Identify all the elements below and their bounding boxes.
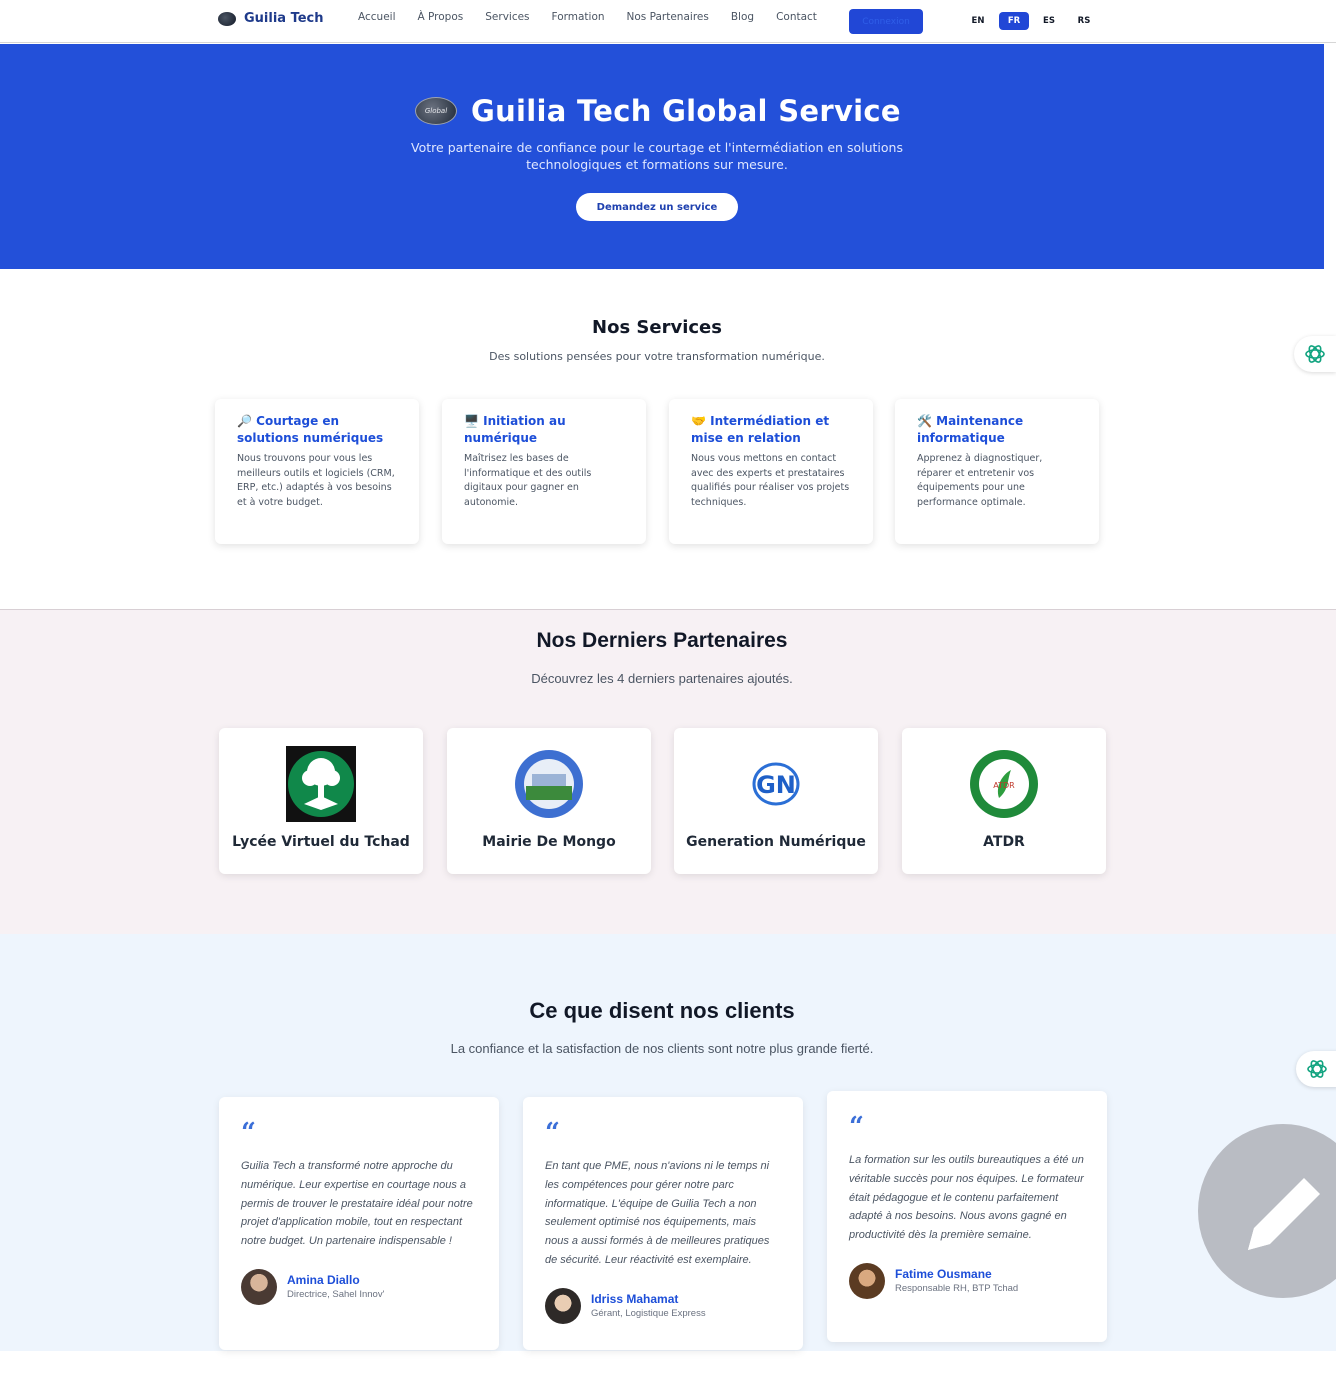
service-title: 🖥️ Initiation au numérique xyxy=(464,414,566,445)
service-desc: Nous trouvons pour vous les meilleurs ou… xyxy=(237,453,395,508)
services-title: Nos Services xyxy=(592,317,722,338)
openai-icon xyxy=(1305,345,1325,363)
nav-link-formation[interactable]: Formation xyxy=(552,10,605,24)
testimonials-section: Ce que disent nos clients La confiance e… xyxy=(0,934,1336,1351)
partner-name: ATDR xyxy=(983,834,1025,850)
quote-icon: “ xyxy=(849,1112,864,1142)
hero-title-row: Global Guilia Tech Global Service xyxy=(415,94,901,128)
hero-title: Guilia Tech Global Service xyxy=(471,94,901,128)
partner-name: Generation Numérique xyxy=(686,834,866,850)
service-title: 🛠️ Maintenance informatique xyxy=(917,414,1024,445)
nav-link-partenaires[interactable]: Nos Partenaires xyxy=(627,10,709,24)
author-role: Gérant, Logistique Express xyxy=(591,1308,706,1320)
testimonial-text: La formation sur les outils bureautiques… xyxy=(849,1154,1084,1242)
brand-name: Guilia Tech xyxy=(244,11,324,26)
brand-logo-icon xyxy=(218,11,236,26)
testimonials-title: Ce que disent nos clients xyxy=(529,998,795,1023)
partner-card[interactable]: Lycée Virtuel du Tchad xyxy=(219,728,423,874)
service-desc: Nous vous mettons en contact avec des ex… xyxy=(691,453,850,508)
services-subtitle: Des solutions pensées pour votre transfo… xyxy=(489,350,825,363)
gn-logo-icon: GN xyxy=(741,746,811,822)
atdr-seal-logo-icon: ATDR xyxy=(969,746,1039,822)
service-card[interactable]: 🔎 Courtage en solutions numériques Nous … xyxy=(215,399,419,544)
service-desc: Maîtrisez les bases de l'informatique et… xyxy=(464,453,592,508)
nav-link-blog[interactable]: Blog xyxy=(731,10,754,24)
lang-rs-button[interactable]: RS xyxy=(1074,12,1094,30)
partners-title: Nos Derniers Partenaires xyxy=(536,629,788,652)
round-seal-logo-icon xyxy=(514,746,584,822)
testimonials-subtitle: La confiance et la satisfaction de nos c… xyxy=(450,1041,874,1056)
svg-text:GN: GN xyxy=(756,771,796,799)
partner-card[interactable]: GN Generation Numérique xyxy=(674,728,878,874)
author-name: Idriss Mahamat xyxy=(591,1292,679,1307)
openai-icon xyxy=(1307,1060,1327,1078)
ai-assistant-button[interactable] xyxy=(1294,336,1336,372)
nav-link-services[interactable]: Services xyxy=(485,10,529,24)
testimonial-author: Fatime Ousmane Responsable RH, BTP Tchad xyxy=(849,1262,1085,1299)
service-desc: Apprenez à diagnostiquer, réparer et ent… xyxy=(917,453,1043,508)
service-card[interactable]: 🖥️ Initiation au numérique Maîtrisez les… xyxy=(442,399,646,544)
author-role: Directrice, Sahel Innov' xyxy=(287,1289,385,1301)
svg-text:ATDR: ATDR xyxy=(993,781,1015,790)
partner-card[interactable]: Mairie De Mongo xyxy=(447,728,651,874)
ai-assistant-button[interactable] xyxy=(1296,1051,1336,1087)
testimonial-card: “ La formation sur les outils bureautiqu… xyxy=(827,1091,1107,1342)
service-title: 🤝 Intermédiation et mise en relation xyxy=(691,414,830,445)
request-service-button[interactable]: Demandez un service xyxy=(576,193,738,221)
magnifier-icon: 🔎 xyxy=(237,414,252,428)
lang-fr-button[interactable]: FR xyxy=(999,12,1029,30)
testimonial-author: Amina Diallo Directrice, Sahel Innov' xyxy=(241,1268,477,1305)
lang-en-button[interactable]: EN xyxy=(968,12,988,30)
avatar xyxy=(241,1268,277,1305)
nav-link-contact[interactable]: Contact xyxy=(776,10,817,24)
service-card[interactable]: 🤝 Intermédiation et mise en relation Nou… xyxy=(669,399,873,544)
partner-card[interactable]: ATDR ATDR xyxy=(902,728,1106,874)
author-name: Amina Diallo xyxy=(287,1273,360,1288)
partners-subtitle: Découvrez les 4 derniers partenaires ajo… xyxy=(531,671,793,686)
hero-subtitle: Votre partenaire de confiance pour le co… xyxy=(411,140,903,172)
avatar xyxy=(849,1262,885,1299)
nav-link-a-propos[interactable]: À Propos xyxy=(418,10,464,24)
service-card[interactable]: 🛠️ Maintenance informatique Apprenez à d… xyxy=(895,399,1099,544)
handshake-icon: 🤝 xyxy=(691,414,706,428)
pencil-icon xyxy=(1248,1178,1320,1250)
testimonial-author: Idriss Mahamat Gérant, Logistique Expres… xyxy=(545,1287,781,1324)
hero-section: Global Guilia Tech Global Service Votre … xyxy=(0,44,1324,269)
testimonial-card: “ En tant que PME, nous n'avions ni le t… xyxy=(523,1097,803,1350)
nav-link-accueil[interactable]: Accueil xyxy=(358,10,396,24)
service-title: 🔎 Courtage en solutions numériques xyxy=(237,414,384,445)
tree-logo-icon xyxy=(286,746,356,822)
navbar: Guilia Tech Accueil À Propos Services Fo… xyxy=(0,0,1336,43)
avatar xyxy=(545,1287,581,1324)
nav-links: Accueil À Propos Services Formation Nos … xyxy=(358,10,839,24)
hero-logo-icon: Global xyxy=(415,97,457,125)
testimonial-text: En tant que PME, nous n'avions ni le tem… xyxy=(545,1160,770,1266)
login-button[interactable]: Connexion xyxy=(849,9,923,34)
quote-icon: “ xyxy=(545,1118,560,1148)
tools-icon: 🛠️ xyxy=(917,414,932,428)
computer-icon: 🖥️ xyxy=(464,414,479,428)
lang-es-button[interactable]: ES xyxy=(1039,12,1059,30)
testimonial-card: “ Guilia Tech a transformé notre approch… xyxy=(219,1097,499,1350)
brand-link[interactable]: Guilia Tech xyxy=(218,11,324,26)
testimonial-text: Guilia Tech a transformé notre approche … xyxy=(241,1160,473,1248)
partner-name: Mairie De Mongo xyxy=(482,834,616,850)
author-name: Fatime Ousmane xyxy=(895,1267,992,1282)
quote-icon: “ xyxy=(241,1118,256,1148)
author-role: Responsable RH, BTP Tchad xyxy=(895,1283,1019,1295)
partners-section: Nos Derniers Partenaires Découvrez les 4… xyxy=(0,609,1336,934)
partner-name: Lycée Virtuel du Tchad xyxy=(232,834,410,850)
